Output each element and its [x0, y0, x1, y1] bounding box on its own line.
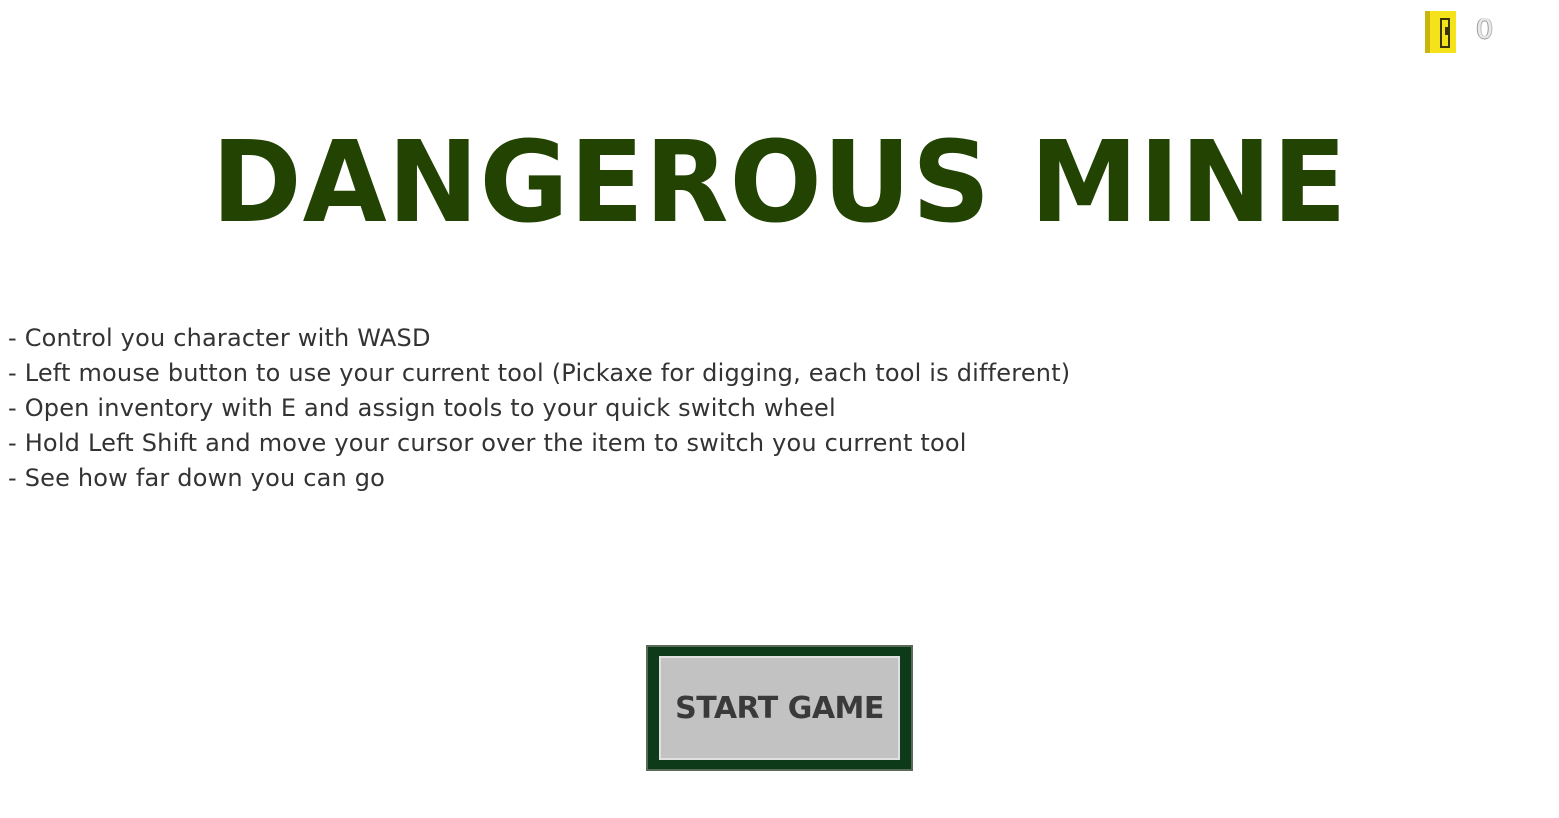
- start-game-label: START GAME: [675, 690, 884, 726]
- coin-count: 0: [1476, 13, 1494, 45]
- instruction-item: - Hold Left Shift and move your cursor o…: [8, 429, 967, 457]
- instruction-item: - Open inventory with E and assign tools…: [8, 394, 836, 422]
- game-title: DANGEROUS MINE: [211, 118, 1348, 248]
- coin-icon: [1425, 11, 1456, 53]
- instructions-list: - Control you character with WASD - Left…: [8, 321, 1070, 496]
- instruction-item: - Control you character with WASD: [8, 324, 431, 352]
- instruction-item: - Left mouse button to use your current …: [8, 359, 1071, 387]
- coin-counter: 0: [1425, 10, 1493, 54]
- start-game-button-face[interactable]: START GAME: [659, 656, 900, 760]
- start-game-button[interactable]: START GAME: [646, 645, 913, 771]
- instruction-item: - See how far down you can go: [8, 464, 386, 492]
